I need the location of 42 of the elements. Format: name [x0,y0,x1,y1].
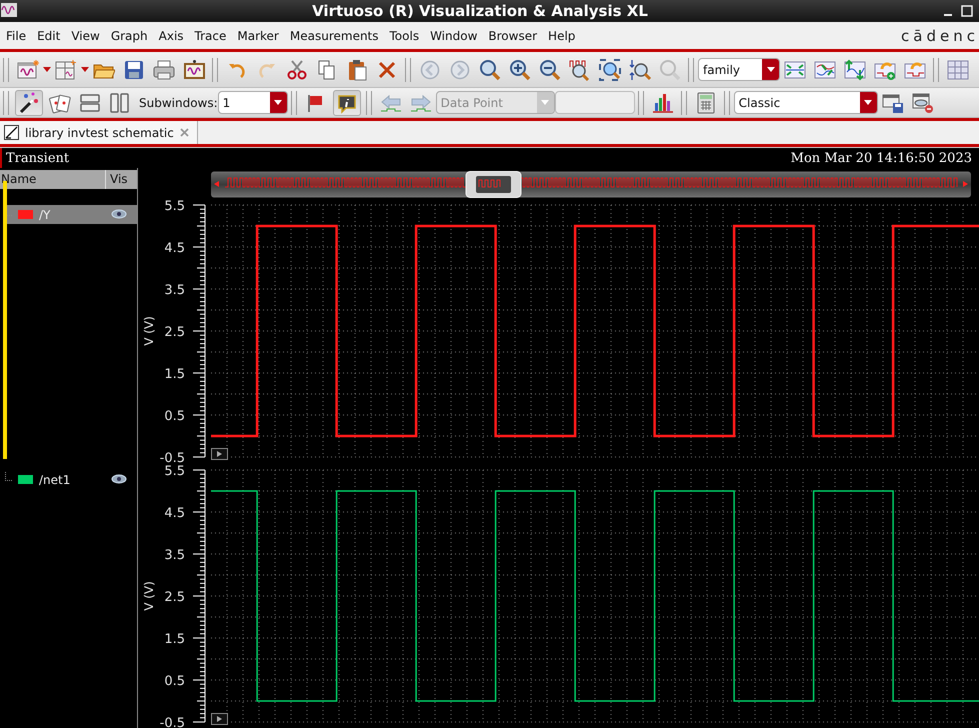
menu-item[interactable]: Measurements [284,28,384,42]
tab[interactable]: library invtest schematic [0,121,198,144]
window-title: Virtuoso (R) Visualization & Analysis XL [311,2,649,20]
menu-item[interactable]: Help [542,28,580,42]
menu-item[interactable]: Tools [384,28,424,42]
axis-tick-label: 0.5 [164,674,185,689]
column-header[interactable]: Name [0,170,106,189]
axis-tick-label: 1.5 [164,632,185,647]
dropdown[interactable]: 1 [218,91,288,114]
menu-item[interactable]: Window [424,28,482,42]
axis-tick-label: 5.5 [164,464,185,479]
legend-row[interactable]: /net1 [5,470,137,489]
timestamp: Mon Mar 20 14:16:50 2023 [790,150,972,166]
axis-title: V (V) [142,581,156,611]
dropdown[interactable]: Classic [734,91,878,114]
axis-tick-label: 5.5 [164,199,185,214]
menu-item[interactable]: Axis [152,28,189,42]
trace-name: /net1 [39,472,72,486]
menu-item[interactable]: Marker [231,28,284,42]
brand-logo: cādenc [901,26,979,44]
axis-tick-label: 4.5 [164,506,185,521]
trace-name: /Y [39,208,52,222]
menu-item[interactable]: Graph [104,28,153,42]
subwindows-label: Subwindows: [139,96,218,110]
axis-tick-label: 3.5 [164,548,185,563]
axis-tick-label: 1.5 [164,367,185,382]
axis-tick-label: 2.5 [164,325,185,340]
axis-tick-label: 4.5 [164,241,185,256]
menu-item[interactable]: Trace [188,28,232,42]
axis-tick-label: 0.5 [164,409,185,424]
axis-tick-label: -0.5 [160,451,185,463]
axis-tick-label: -0.5 [160,716,185,728]
axis-tick-label: 3.5 [164,283,185,298]
axis-tick-label: 2.5 [164,590,185,605]
menu-item[interactable]: File [0,28,32,42]
menu-item[interactable]: Edit [31,28,66,42]
menu-item[interactable]: View [65,28,105,42]
menu-item[interactable]: Browser [482,28,542,42]
dropdown[interactable]: family [698,58,780,81]
axis-title: V (V) [142,316,156,346]
pane-title: Transient [6,150,70,166]
column-header[interactable]: Vis [106,170,137,189]
